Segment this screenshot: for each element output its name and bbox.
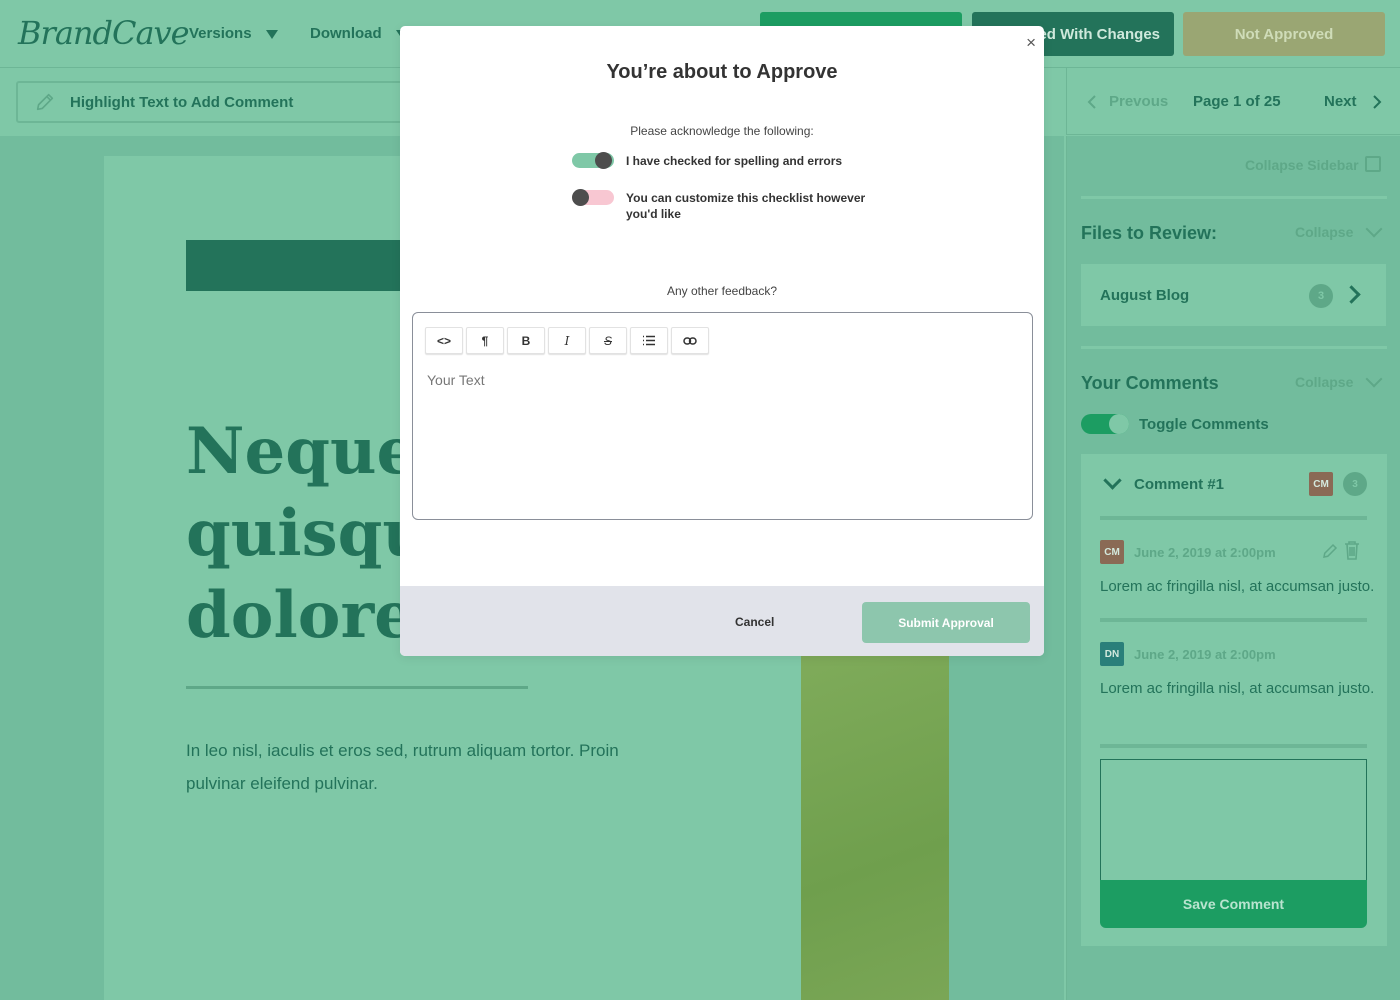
- comment-count-badge: 3: [1343, 472, 1367, 496]
- paragraph-icon: ¶: [481, 333, 489, 348]
- approve-modal: × You’re about to Approve Please acknowl…: [400, 26, 1044, 656]
- checklist-toggle-customize[interactable]: [572, 189, 614, 206]
- download-label: Download: [310, 25, 382, 42]
- pencil-icon[interactable]: [1321, 542, 1339, 560]
- not-approved-button[interactable]: Not Approved: [1183, 12, 1385, 56]
- document-header-bar: [186, 240, 426, 291]
- caret-down-icon: [265, 29, 278, 39]
- sidebar-divider: [1081, 346, 1387, 349]
- files-collapse-link[interactable]: Collapse: [1295, 224, 1353, 240]
- comment-divider: [1100, 618, 1367, 622]
- files-to-review-title: Files to Review:: [1081, 223, 1218, 243]
- comment-text: Lorem ac fringilla nisl, at accumsan jus…: [1100, 578, 1375, 595]
- new-comment-textarea[interactable]: [1100, 759, 1367, 880]
- versions-menu[interactable]: Versions: [189, 25, 278, 42]
- feedback-editor[interactable]: <> ¶ B I S Your Text: [412, 312, 1033, 520]
- code-button[interactable]: <>: [425, 327, 463, 354]
- chevron-right-icon: [1342, 285, 1361, 304]
- previous-page-link[interactable]: Prevous: [1109, 93, 1168, 110]
- paragraph-button[interactable]: ¶: [466, 327, 504, 354]
- bold-button[interactable]: B: [507, 327, 545, 354]
- checklist-toggle-spelling[interactable]: [572, 152, 614, 169]
- highlight-comment-bar[interactable]: Highlight Text to Add Comment: [16, 81, 416, 123]
- editor-placeholder: Your Text: [427, 372, 485, 388]
- modal-title: You’re about to Approve: [606, 61, 838, 83]
- next-page-link[interactable]: Next: [1324, 93, 1357, 110]
- chevron-down-icon[interactable]: [1365, 370, 1383, 388]
- modal-footer: Cancel Submit Approval: [400, 586, 1044, 656]
- editor-toolbar: <> ¶ B I S: [425, 327, 709, 354]
- toggle-knob: [572, 189, 589, 206]
- highlight-label: Highlight Text to Add Comment: [70, 93, 294, 111]
- avatar: DN: [1100, 642, 1124, 666]
- collapse-sidebar-icon[interactable]: [1365, 156, 1381, 172]
- page-indicator: Page 1 of 25: [1193, 93, 1281, 110]
- chevron-down-icon[interactable]: [1103, 471, 1122, 490]
- submit-approval-button[interactable]: Submit Approval: [862, 602, 1030, 643]
- strikethrough-button[interactable]: S: [589, 327, 627, 354]
- comment-date: June 2, 2019 at 2:00pm: [1134, 647, 1276, 662]
- versions-label: Versions: [189, 25, 252, 42]
- comment-thread-title[interactable]: Comment #1: [1134, 476, 1224, 493]
- download-menu[interactable]: Download: [310, 25, 408, 42]
- comment-divider: [1100, 516, 1367, 520]
- comment-text: Lorem ac fringilla nisl, at accumsan jus…: [1100, 680, 1375, 697]
- trash-icon[interactable]: [1343, 540, 1361, 560]
- document-image: [801, 656, 949, 1000]
- close-icon[interactable]: ×: [1026, 33, 1036, 53]
- file-item-august-blog[interactable]: August Blog 3: [1081, 264, 1386, 326]
- comment-thread-panel: Comment #1 CM 3 CM June 2, 2019 at 2:00p…: [1081, 454, 1387, 946]
- italic-button[interactable]: I: [548, 327, 586, 354]
- toggle-comments-switch[interactable]: [1081, 414, 1129, 434]
- bullet-list-button[interactable]: [630, 327, 668, 354]
- avatar: CM: [1309, 472, 1333, 496]
- document-divider: [186, 686, 528, 689]
- cancel-button[interactable]: Cancel: [735, 615, 774, 629]
- save-comment-button[interactable]: Save Comment: [1100, 880, 1367, 928]
- acknowledge-label: Please acknowledge the following:: [630, 124, 814, 138]
- comment-date: June 2, 2019 at 2:00pm: [1134, 545, 1276, 560]
- code-icon: <>: [436, 333, 451, 348]
- page-navigator: Prevous Page 1 of 25 Next: [1066, 68, 1400, 135]
- brandcave-logo[interactable]: BrandCave: [18, 14, 190, 52]
- not-approved-label: Not Approved: [1234, 25, 1334, 43]
- your-comments-title: Your Comments: [1081, 373, 1219, 393]
- link-icon: [683, 336, 697, 345]
- strikethrough-icon: S: [603, 333, 612, 348]
- file-comment-count-badge: 3: [1309, 284, 1333, 308]
- review-sidebar: Collapse Sidebar Files to Review: Collap…: [1066, 136, 1400, 1000]
- link-button[interactable]: [671, 327, 709, 354]
- document-paragraph[interactable]: In leo nisl, iaculis et eros sed, rutrum…: [186, 734, 666, 800]
- bold-icon: B: [521, 333, 531, 348]
- chevron-left-icon[interactable]: [1087, 95, 1097, 109]
- comments-collapse-link[interactable]: Collapse: [1295, 374, 1353, 390]
- checklist-item-label: You can customize this checklist however…: [626, 191, 866, 221]
- toggle-comments-label: Toggle Comments: [1139, 416, 1269, 433]
- pencil-icon: [36, 93, 54, 111]
- bullet-list-icon: [643, 335, 655, 346]
- sidebar-divider: [1081, 196, 1387, 199]
- file-name: August Blog: [1100, 287, 1190, 304]
- collapse-sidebar-link[interactable]: Collapse Sidebar: [1245, 157, 1359, 173]
- feedback-label: Any other feedback?: [666, 284, 778, 298]
- chevron-right-icon[interactable]: [1372, 95, 1382, 109]
- italic-icon: I: [564, 333, 570, 348]
- chevron-down-icon[interactable]: [1365, 220, 1383, 238]
- comment-divider: [1100, 744, 1367, 748]
- avatar: CM: [1100, 540, 1124, 564]
- checklist-item-label: I have checked for spelling and errors: [626, 154, 843, 168]
- toggle-knob: [595, 152, 612, 169]
